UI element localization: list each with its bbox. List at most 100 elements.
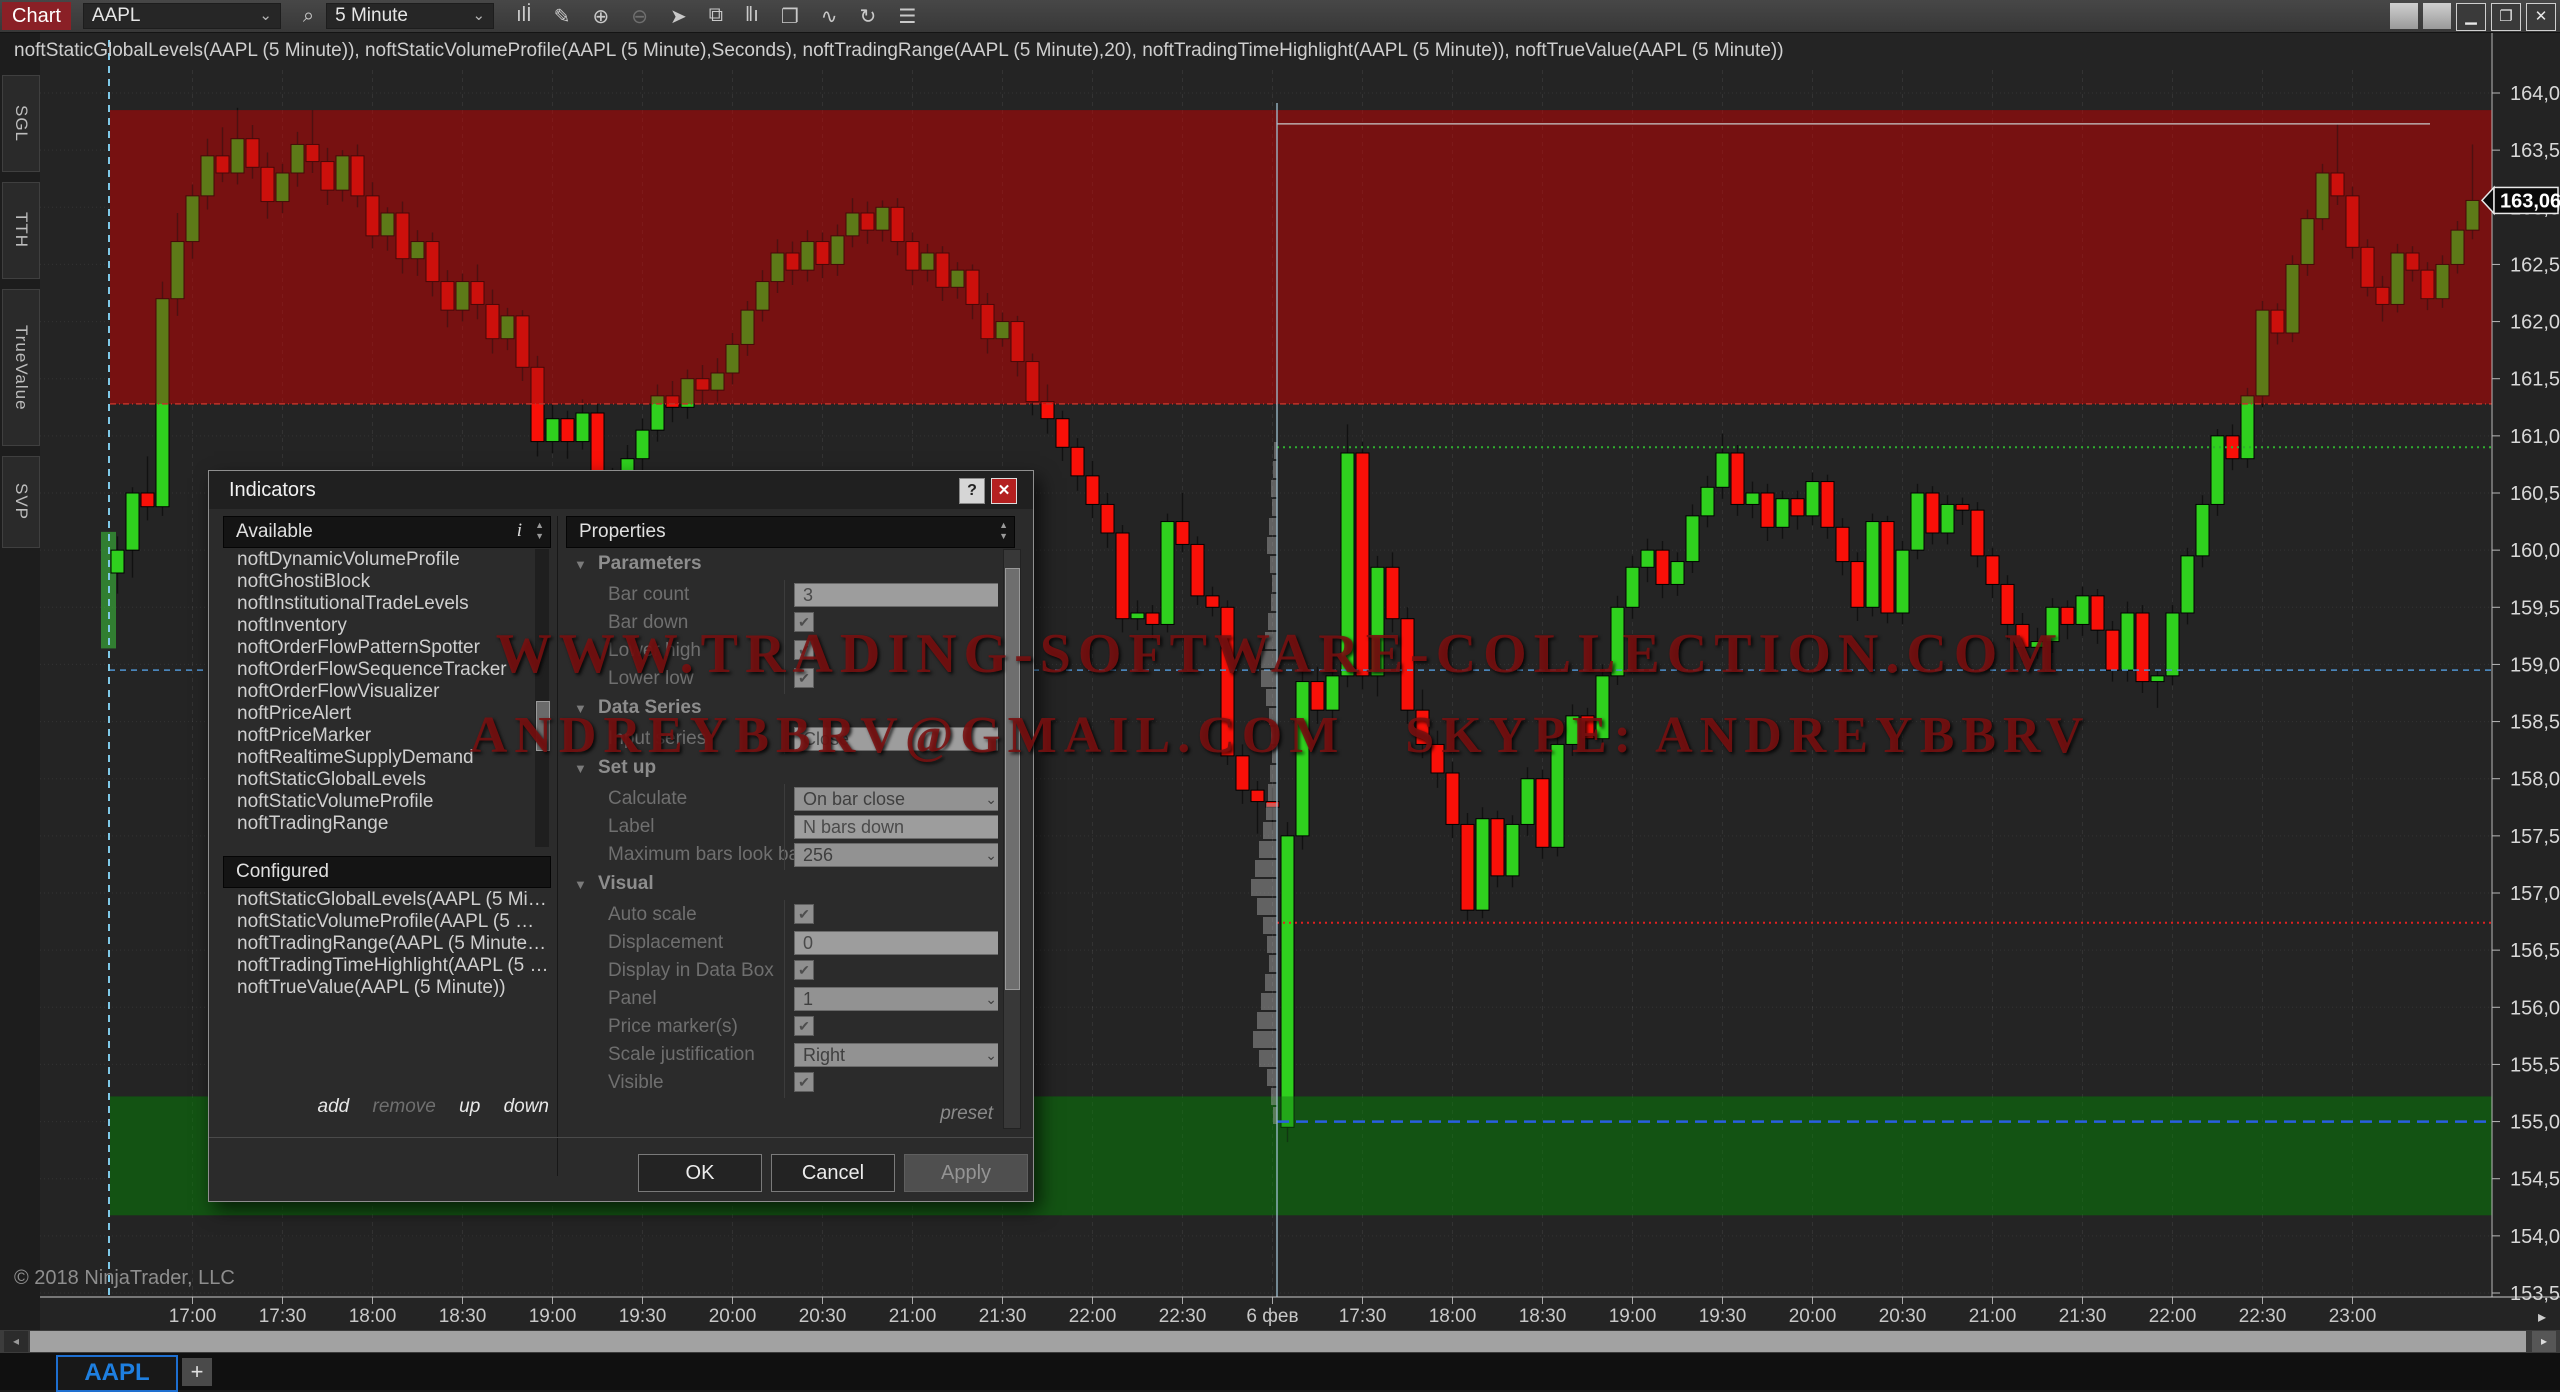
up-link[interactable]: up bbox=[459, 1096, 480, 1117]
svg-text:154,50: 154,50 bbox=[2510, 1169, 2560, 1191]
scrollbar-thumb[interactable] bbox=[536, 701, 550, 751]
cursor-icon[interactable]: ➤ bbox=[670, 4, 687, 29]
down-link[interactable]: down bbox=[504, 1096, 549, 1117]
configured-list-item[interactable]: noftStaticVolumeProfile(AAPL (5 Minute),… bbox=[223, 911, 549, 933]
checkbox[interactable]: ✔ bbox=[794, 1072, 814, 1092]
configured-list-item[interactable]: noftTradingRange(AAPL (5 Minute),20) bbox=[223, 933, 549, 955]
symbol-combo[interactable]: AAPL ⌄ bbox=[83, 3, 281, 29]
section-set-up: ▼Set up bbox=[566, 757, 998, 785]
checkbox[interactable]: ✔ bbox=[794, 668, 814, 688]
available-scrollbar[interactable] bbox=[535, 549, 549, 847]
available-list-item[interactable]: noftTradingRange bbox=[223, 813, 535, 835]
apply-button[interactable]: Apply bbox=[904, 1154, 1028, 1192]
available-list-item[interactable]: noftStaticGlobalLevels bbox=[223, 769, 535, 791]
checkbox[interactable]: ✔ bbox=[794, 640, 814, 660]
info-icon[interactable]: i bbox=[517, 520, 522, 542]
select-field[interactable]: Right⌄ bbox=[794, 1043, 998, 1067]
svg-text:18:00: 18:00 bbox=[349, 1306, 397, 1327]
svg-text:162,00: 162,00 bbox=[2510, 312, 2560, 334]
draw-pencil-icon[interactable]: ✎ bbox=[554, 4, 571, 29]
close-button[interactable]: ✕ bbox=[2526, 3, 2556, 31]
checkbox[interactable]: ✔ bbox=[794, 612, 814, 632]
input-field[interactable]: 3 bbox=[794, 583, 998, 607]
tab-aapl[interactable]: AAPL bbox=[56, 1355, 178, 1392]
indicator-tab-truevalue[interactable]: TrueValue bbox=[2, 289, 40, 446]
configured-list-item[interactable]: noftStaticGlobalLevels(AAPL (5 Minute)) bbox=[223, 889, 549, 911]
property-row: Visible✔ bbox=[566, 1069, 998, 1097]
ok-button[interactable]: OK bbox=[638, 1154, 762, 1192]
cancel-button[interactable]: Cancel bbox=[771, 1154, 895, 1192]
property-row: Auto scale✔ bbox=[566, 901, 998, 929]
workspace-tab-bar: AAPL + bbox=[0, 1353, 2560, 1390]
reload-icon[interactable]: ↻ bbox=[860, 4, 877, 29]
search-icon[interactable]: ⌕ bbox=[303, 5, 314, 28]
input-field[interactable]: Close bbox=[794, 727, 998, 751]
restore-button[interactable]: ❐ bbox=[2491, 3, 2521, 31]
property-row: Input seriesClose bbox=[566, 725, 998, 753]
scrollbar-thumb[interactable] bbox=[30, 1331, 2526, 1352]
configured-list-item[interactable]: noftTradingTimeHighlight(AAPL (5 Minute)… bbox=[223, 955, 549, 977]
available-list-item[interactable]: noftInventory bbox=[223, 615, 535, 637]
indicator-tab-sgl[interactable]: SGL bbox=[2, 75, 40, 172]
interval-combo[interactable]: 5 Minute ⌄ bbox=[326, 3, 494, 29]
collapse-triangle-icon[interactable]: ▼ bbox=[574, 701, 587, 716]
property-row: Displacement0 bbox=[566, 929, 998, 957]
properties-scrollbar[interactable] bbox=[1003, 549, 1021, 1129]
collapse-triangle-icon[interactable]: ▼ bbox=[574, 877, 587, 892]
indicator-tab-svp[interactable]: SVP bbox=[2, 456, 40, 548]
spinner-arrows-icon[interactable]: ▲▼ bbox=[999, 520, 1008, 542]
close-icon[interactable]: ✕ bbox=[991, 478, 1017, 504]
add-tab-button[interactable]: + bbox=[182, 1358, 212, 1386]
available-list-item[interactable]: noftOrderFlowSequenceTracker bbox=[223, 659, 535, 681]
remove-link[interactable]: remove bbox=[373, 1096, 436, 1117]
preset-link[interactable]: preset bbox=[940, 1103, 993, 1125]
panels-icon[interactable]: ❐ bbox=[781, 4, 799, 29]
checkbox[interactable]: ✔ bbox=[794, 960, 814, 980]
available-list-item[interactable]: noftInstitutionalTradeLevels bbox=[223, 593, 535, 615]
available-list-item[interactable]: noftStaticVolumeProfile bbox=[223, 791, 535, 813]
add-link[interactable]: add bbox=[318, 1096, 350, 1117]
select-field[interactable]: On bar close⌄ bbox=[794, 787, 998, 811]
checkbox[interactable]: ✔ bbox=[794, 1016, 814, 1036]
collapse-triangle-icon[interactable]: ▼ bbox=[574, 761, 587, 776]
collapse-triangle-icon[interactable]: ▼ bbox=[574, 557, 587, 572]
chart-style-icon[interactable]: ılİ bbox=[516, 4, 532, 29]
properties-list-icon[interactable]: ☰ bbox=[898, 4, 916, 29]
select-field[interactable]: 256⌄ bbox=[794, 843, 998, 867]
window-extra-button[interactable] bbox=[2423, 3, 2451, 29]
svg-text:23:00: 23:00 bbox=[2329, 1306, 2377, 1327]
indicator-wave-icon[interactable]: ∿ bbox=[821, 4, 838, 29]
input-field[interactable]: 0 bbox=[794, 931, 998, 955]
crosshair-icon[interactable]: ‖ı bbox=[745, 4, 759, 29]
data-box-icon[interactable]: ⧉ bbox=[709, 4, 723, 29]
zoom-in-icon[interactable]: ⊕ bbox=[592, 4, 609, 29]
property-row: CalculateOn bar close⌄ bbox=[566, 785, 998, 813]
svg-text:19:30: 19:30 bbox=[619, 1306, 667, 1327]
svg-text:154,00: 154,00 bbox=[2510, 1226, 2560, 1248]
available-list-item[interactable]: noftGhostiBlock bbox=[223, 571, 535, 593]
chart-menu-button[interactable]: Chart bbox=[2, 2, 71, 30]
window-extra-button[interactable] bbox=[2390, 3, 2418, 29]
checkbox[interactable]: ✔ bbox=[794, 904, 814, 924]
available-list-item[interactable]: noftDynamicVolumeProfile bbox=[223, 549, 535, 571]
properties-panel: ▼ParametersBar count3Bar down✔Lower high… bbox=[566, 549, 998, 1127]
available-list-item[interactable]: noftOrderFlowVisualizer bbox=[223, 681, 535, 703]
available-list-item[interactable]: noftPriceAlert bbox=[223, 703, 535, 725]
input-field[interactable]: N bars down bbox=[794, 815, 998, 839]
scrollbar-thumb[interactable] bbox=[1005, 568, 1020, 990]
minimize-button[interactable]: ▁ bbox=[2456, 3, 2486, 31]
scroll-right-arrow-icon[interactable]: ▸ bbox=[2532, 1331, 2556, 1352]
configured-list-item[interactable]: noftTrueValue(AAPL (5 Minute)) bbox=[223, 977, 549, 999]
help-button[interactable]: ? bbox=[959, 478, 985, 504]
available-list-item[interactable]: noftRealtimeSupplyDemand bbox=[223, 747, 535, 769]
select-field[interactable]: 1⌄ bbox=[794, 987, 998, 1011]
available-list-item[interactable]: noftOrderFlowPatternSpotter bbox=[223, 637, 535, 659]
svg-text:153,50: 153,50 bbox=[2510, 1283, 2560, 1305]
property-row: Price marker(s)✔ bbox=[566, 1013, 998, 1041]
indicator-tab-tth[interactable]: TTH bbox=[2, 182, 40, 279]
svg-text:159,00: 159,00 bbox=[2510, 654, 2560, 676]
spinner-arrows-icon[interactable]: ▲▼ bbox=[535, 520, 544, 542]
scroll-left-arrow-icon[interactable]: ◂ bbox=[4, 1331, 28, 1352]
zoom-out-icon[interactable]: ⊖ bbox=[631, 4, 648, 29]
available-list-item[interactable]: noftPriceMarker bbox=[223, 725, 535, 747]
